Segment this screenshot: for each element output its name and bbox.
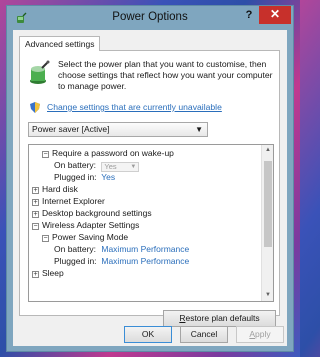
help-button[interactable]: ? — [242, 9, 256, 25]
chevron-down-icon: ▼ — [130, 164, 137, 170]
setting-row-password-plugged: Plugged in: Yes — [29, 171, 260, 183]
tree-item-wireless-adapter[interactable]: − Wireless Adapter Settings — [29, 219, 260, 231]
setting-row-password-battery: On battery: Yes ▼ — [29, 159, 260, 172]
expand-icon[interactable]: + — [32, 199, 39, 206]
wireless-plugged-in-value[interactable]: Maximum Performance — [101, 256, 189, 266]
tree-item-power-saving-mode[interactable]: − Power Saving Mode — [29, 231, 260, 243]
wireless-on-battery-value[interactable]: Maximum Performance — [101, 244, 189, 254]
cancel-button[interactable]: Cancel — [180, 326, 228, 343]
restore-defaults-button[interactable]: Restore plan defaults — [163, 310, 276, 327]
tree-item-require-password[interactable]: − Require a password on wake-up — [29, 147, 260, 159]
setting-label: On battery: — [54, 160, 97, 170]
tree-item-label: Desktop background settings — [42, 208, 152, 218]
tree-item-desktop-background[interactable]: + Desktop background settings — [29, 207, 260, 219]
battery-plug-icon — [30, 60, 50, 84]
tab-advanced-settings[interactable]: Advanced settings — [19, 36, 101, 51]
title-bar[interactable]: Power Options ? ✕ — [7, 6, 293, 30]
setting-row-wireless-battery: On battery: Maximum Performance — [29, 243, 260, 255]
collapse-icon[interactable]: − — [32, 223, 39, 230]
collapse-icon[interactable]: − — [42, 151, 49, 158]
close-button[interactable]: ✕ — [259, 6, 291, 24]
intro-text: Select the power plan that you want to c… — [58, 59, 273, 91]
expand-icon[interactable]: + — [32, 187, 39, 194]
settings-tree[interactable]: − Require a password on wake-up On batter… — [28, 144, 274, 302]
tree-item-label: Sleep — [42, 268, 64, 278]
expand-icon[interactable]: + — [32, 211, 39, 218]
tree-item-internet-explorer[interactable]: + Internet Explorer — [29, 195, 260, 207]
tree-item-label: Wireless Adapter Settings — [42, 220, 140, 230]
power-plan-select[interactable]: Power saver [Active] ▼ — [28, 122, 208, 137]
tree-scrollbar[interactable]: ▲ ▼ — [261, 145, 273, 301]
scrollbar-thumb[interactable] — [264, 161, 272, 247]
power-plan-value: Power saver [Active] — [32, 124, 110, 134]
setting-label: Plugged in: — [54, 256, 97, 266]
select-value: Yes — [104, 162, 117, 171]
dialog-client-area: Advanced settings Select the power plan … — [13, 30, 287, 346]
apply-button[interactable]: Apply — [236, 326, 284, 343]
setting-row-wireless-plugged: Plugged in: Maximum Performance — [29, 255, 260, 267]
scroll-up-icon[interactable]: ▲ — [262, 145, 273, 156]
setting-label: Plugged in: — [54, 172, 97, 182]
tree-item-label: Require a password on wake-up — [52, 148, 174, 158]
change-settings-link[interactable]: Change settings that are currently unava… — [47, 102, 222, 112]
tree-item-hard-disk[interactable]: + Hard disk — [29, 183, 260, 195]
expand-icon[interactable]: + — [32, 271, 39, 278]
ok-button[interactable]: OK — [124, 326, 172, 343]
chevron-down-icon: ▼ — [195, 125, 203, 134]
apply-label: pply — [255, 329, 271, 339]
uac-shield-icon — [30, 102, 40, 113]
scroll-down-icon[interactable]: ▼ — [262, 290, 273, 301]
setting-label: On battery: — [54, 244, 97, 254]
tree-item-sleep[interactable]: + Sleep — [29, 267, 260, 279]
power-options-window: Power Options ? ✕ Advanced settings Sele… — [6, 5, 294, 352]
restore-label: estore plan defaults — [185, 313, 260, 323]
collapse-icon[interactable]: − — [42, 235, 49, 242]
tree-item-label: Hard disk — [42, 184, 78, 194]
password-plugged-in-value[interactable]: Yes — [101, 172, 115, 182]
advanced-settings-panel: Select the power plan that you want to c… — [19, 50, 280, 327]
tree-item-label: Power Saving Mode — [52, 232, 129, 242]
tree-item-label: Internet Explorer — [42, 196, 105, 206]
